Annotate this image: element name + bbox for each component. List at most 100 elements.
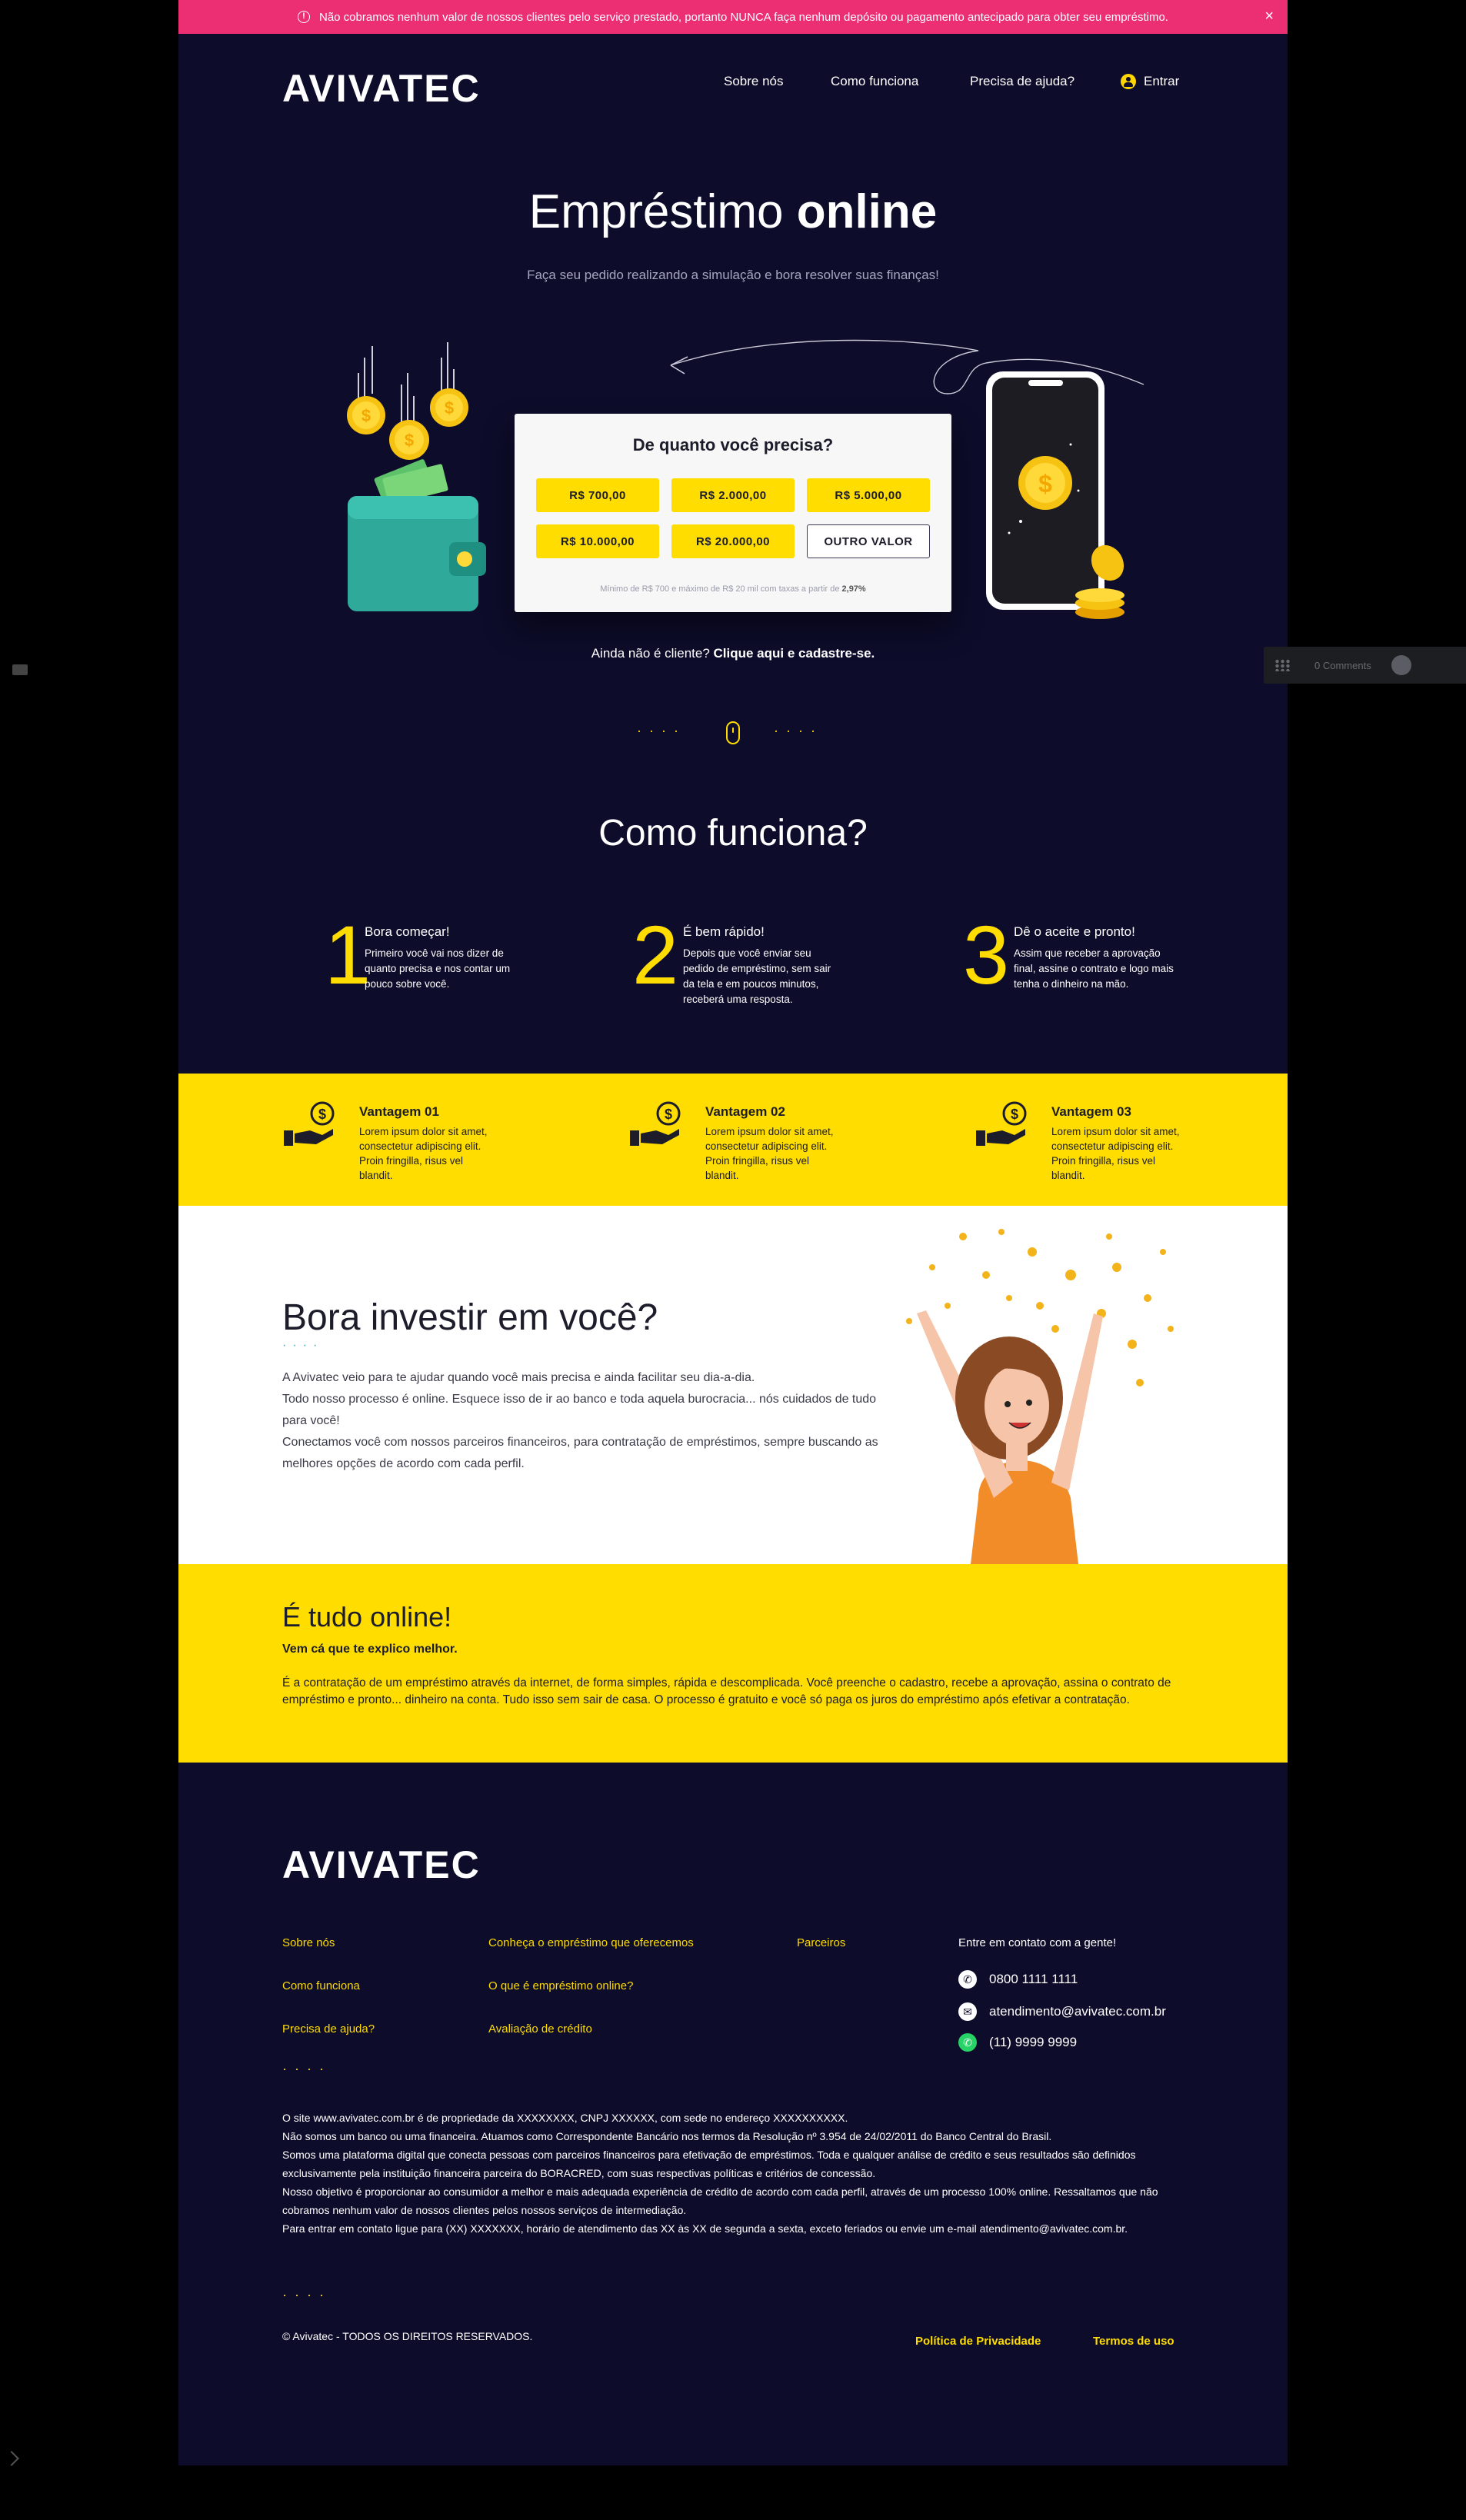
step-number: 3	[963, 908, 1010, 1001]
scroll-mouse-icon[interactable]	[726, 721, 740, 744]
amount-2000-button[interactable]: R$ 2.000,00	[671, 478, 795, 512]
nav-sobre-nos[interactable]: Sobre nós	[724, 74, 784, 89]
svg-text:$: $	[362, 406, 371, 425]
step-description: Primeiro você vai nos dizer de quanto pr…	[365, 947, 511, 990]
legal-line: Nosso objetivo é proporcionar ao consumi…	[282, 2185, 1158, 2216]
login-button[interactable]: Entrar	[1121, 74, 1179, 89]
invest-line: A Avivatec veio para te ajudar quando vo…	[282, 1371, 755, 1384]
legal-text: O site www.avivatec.com.br é de propried…	[282, 2109, 1190, 2238]
legal-line: Não somos um banco ou uma financeira. At…	[282, 2130, 1052, 2142]
step-title: Dê o aceite e pronto!	[1014, 924, 1135, 939]
mail-icon: ✉	[958, 2002, 977, 2021]
decorative-dots: ····	[282, 2287, 332, 2302]
badge-icon	[12, 664, 28, 675]
hand-coin-icon: $	[630, 1101, 681, 1146]
step-title: Bora começar!	[365, 924, 450, 939]
invest-text: A Avivatec veio para te ajudar quando vo…	[282, 1367, 882, 1475]
footer-link-como-funciona[interactable]: Como funciona	[282, 1979, 360, 1992]
chevron-right-icon[interactable]	[4, 2451, 19, 2466]
decorative-dots: ····	[282, 2061, 332, 2076]
warning-text: Não cobramos nenhum valor de nossos clie…	[319, 10, 1168, 24]
online-section: É tudo online! Vem cá que te explico mel…	[178, 1564, 1288, 1763]
footer-link-avaliacao-credito[interactable]: Avaliação de crédito	[488, 2022, 592, 2036]
hero-title-light: Empréstimo	[528, 185, 797, 238]
rate-value: 2,97%	[841, 584, 866, 594]
hero-title-bold: online	[796, 185, 938, 238]
card-title: De quanto você precisa?	[632, 435, 834, 454]
signup-prompt: Ainda não é cliente? Clique aqui e cadas…	[178, 646, 1288, 661]
contact-title: Entre em contato com a gente!	[958, 1936, 1117, 1949]
svg-text:$: $	[665, 1107, 672, 1122]
footer-link-sobre-nos[interactable]: Sobre nós	[282, 1936, 335, 1949]
footer-link-o-que-e-emprestimo[interactable]: O que é empréstimo online?	[488, 1979, 633, 1992]
step-description: Depois que você enviar seu pedido de emp…	[683, 947, 831, 1005]
step-description: Assim que receber a aprovação final, ass…	[1014, 947, 1174, 990]
svg-text:$: $	[318, 1107, 326, 1122]
legal-line: O site www.avivatec.com.br é de propried…	[282, 2112, 848, 2124]
page: ! Não cobramos nenhum valor de nossos cl…	[178, 0, 1288, 2465]
advantage-description: Lorem ipsum dolor sit amet, consectetur …	[705, 1126, 834, 1181]
advantage-title: Vantagem 02	[705, 1104, 785, 1119]
avatar[interactable]	[1391, 655, 1411, 675]
footer-link-precisa-de-ajuda[interactable]: Precisa de ajuda?	[282, 2022, 375, 2036]
contact-email[interactable]: ✉ atendimento@avivatec.com.br	[958, 2002, 1166, 2021]
advantage-description: Lorem ipsum dolor sit amet, consectetur …	[359, 1126, 488, 1181]
rate-note: Mínimo de R$ 700 e máximo de R$ 20 mil c…	[515, 584, 951, 594]
invest-title: Bora investir em você?	[282, 1297, 658, 1338]
rate-note-text: Mínimo de R$ 700 e máximo de R$ 20 mil c…	[600, 584, 842, 594]
terms-of-use-link[interactable]: Termos de uso	[1093, 2335, 1174, 2348]
whatsapp-icon: ✆	[958, 2033, 977, 2052]
contact-whatsapp[interactable]: ✆ (11) 9999 9999	[958, 2033, 1077, 2052]
warning-banner: ! Não cobramos nenhum valor de nossos cl…	[178, 0, 1288, 34]
phone-coin-illustration: $	[986, 371, 1124, 619]
amount-10000-button[interactable]: R$ 10.000,00	[536, 524, 659, 558]
decorative-dots: ····	[282, 1339, 324, 1352]
nav-como-funciona[interactable]: Como funciona	[831, 74, 918, 89]
online-text: É a contratação de um empréstimo através…	[282, 1676, 1171, 1706]
amount-20000-button[interactable]: R$ 20.000,00	[671, 524, 795, 558]
signup-link[interactable]: Clique aqui e cadastre-se.	[714, 646, 875, 661]
email-address: atendimento@avivatec.com.br	[989, 2004, 1166, 2019]
amount-5000-button[interactable]: R$ 5.000,00	[807, 478, 930, 512]
invest-line: Conectamos você com nossos parceiros fin…	[282, 1436, 878, 1470]
phone-icon: ✆	[958, 1970, 977, 1989]
comments-widget[interactable]: 0 Comments	[1264, 647, 1466, 684]
footer-link-parceiros[interactable]: Parceiros	[797, 1936, 845, 1949]
hero-title: Empréstimo online	[178, 185, 1288, 239]
close-icon[interactable]: ×	[1264, 8, 1274, 24]
copyright: © Avivatec - TODOS OS DIREITOS RESERVADO…	[282, 2330, 533, 2342]
svg-text:$: $	[1011, 1107, 1018, 1122]
advantage-title: Vantagem 01	[359, 1104, 439, 1119]
privacy-policy-link[interactable]: Política de Privacidade	[915, 2335, 1041, 2348]
grid-icon[interactable]	[1274, 659, 1290, 671]
svg-text:$: $	[405, 431, 414, 450]
hand-coin-icon: $	[284, 1101, 335, 1146]
whatsapp-number: (11) 9999 9999	[989, 2035, 1078, 2049]
decorative-dots-right: ····	[774, 723, 823, 738]
advantage-description: Lorem ipsum dolor sit amet, consectetur …	[1051, 1126, 1180, 1181]
step-number: 2	[632, 908, 679, 1001]
amount-700-button[interactable]: R$ 700,00	[536, 478, 659, 512]
side-badge	[9, 664, 31, 675]
loan-amount-card: De quanto você precisa? R$ 700,00 R$ 2.0…	[515, 414, 951, 612]
phone-number: 0800 1111 1111	[989, 1972, 1078, 1986]
online-title: É tudo online!	[282, 1601, 452, 1633]
logo[interactable]: AVIVATEC	[282, 66, 481, 111]
wallet-coins-illustration: $ $ $	[347, 342, 486, 611]
advantages-section: $ Vantagem 01 Lorem ipsum dolor sit amet…	[178, 1074, 1288, 1206]
login-label: Entrar	[1144, 74, 1180, 88]
other-amount-button[interactable]: OUTRO VALOR	[807, 524, 930, 558]
legal-line: Somos uma plataforma digital que conecta…	[282, 2149, 1136, 2179]
decorative-dots-left: ····	[637, 723, 686, 738]
nav-precisa-de-ajuda[interactable]: Precisa de ajuda?	[970, 74, 1075, 89]
svg-text:$: $	[1038, 470, 1052, 498]
comments-count[interactable]: 0 Comments	[1314, 660, 1371, 671]
footer-link-emprestimo-oferecido[interactable]: Conheça o empréstimo que oferecemos	[488, 1936, 694, 1949]
happy-woman-coins-illustration	[906, 1229, 1174, 1564]
contact-phone[interactable]: ✆ 0800 1111 1111	[958, 1970, 1078, 1989]
legal-line: Para entrar em contato ligue para (XX) X…	[282, 2222, 1128, 2235]
online-subtitle: Vem cá que te explico melhor.	[282, 1643, 458, 1656]
footer-logo[interactable]: AVIVATEC	[282, 1843, 481, 1887]
hero-subtitle: Faça seu pedido realizando a simulação e…	[527, 268, 939, 282]
user-icon	[1121, 74, 1136, 89]
